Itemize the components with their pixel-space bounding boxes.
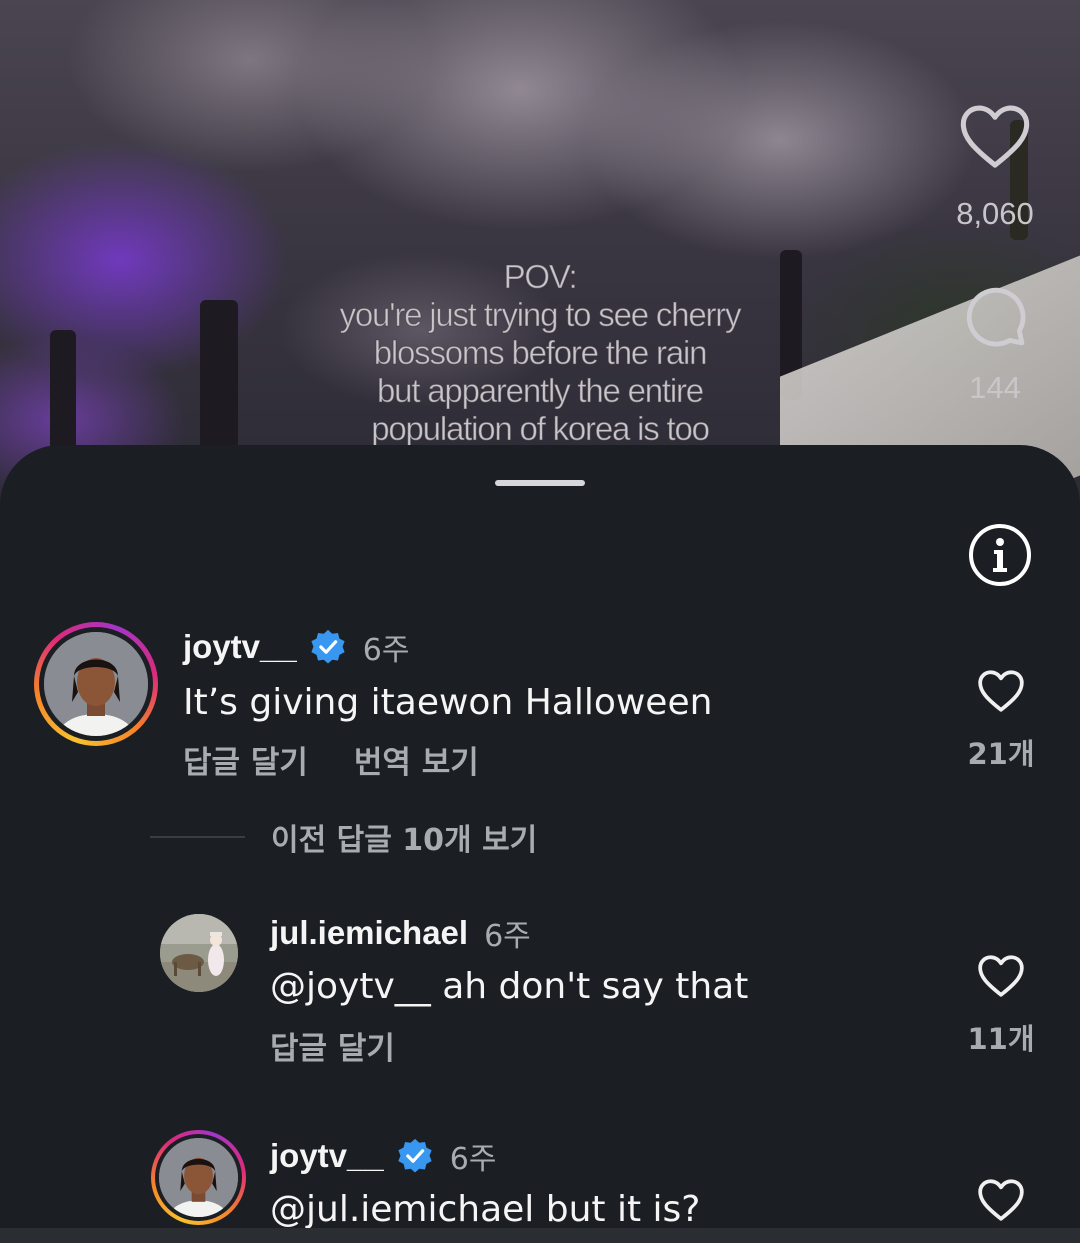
view-previous-replies-button[interactable]: 이전 답글 10개 보기 [150,815,537,859]
view-previous-replies-label: 이전 답글 10개 보기 [271,823,538,858]
reply-button[interactable]: 답글 달기 [270,1023,395,1068]
overlay-line: POV: [503,258,578,296]
comment-action[interactable]: 144 [959,282,1031,406]
comment-time: 6주 [362,633,410,668]
overlay-line: you're just trying to see cherry [339,296,742,334]
bottom-input-bar-edge [0,1228,1080,1243]
heart-outline-icon[interactable] [957,100,1033,174]
reply-username[interactable]: joytv__ [270,1137,384,1175]
avatar[interactable] [34,622,158,746]
verified-badge-icon [396,1137,434,1175]
overlay-line: blossoms before the rain [373,334,708,372]
avatar[interactable] [151,1130,246,1225]
verified-badge-icon [309,628,347,666]
see-translation-button[interactable]: 번역 보기 [354,737,479,782]
reels-screen: POV: you're just trying to see cherry bl… [0,0,1080,1243]
reply-thread-line [150,836,245,838]
like-count: 8,060 [956,196,1034,231]
sheet-drag-handle[interactable] [495,480,585,486]
overlay-line: but apparently the entire [377,372,705,410]
like-action[interactable]: 8,060 [956,100,1034,232]
reply-username[interactable]: jul.iemichael [270,914,468,952]
info-circle-icon[interactable] [968,523,1032,587]
video-caption-overlay: POV: you're just trying to see cherry bl… [270,258,810,448]
reply-text: @jul.iemichael but it is? [270,1189,701,1230]
reply-time: 6주 [484,919,531,954]
overlay-line: population of korea is too [371,410,711,448]
comments-sheet: joytv__ 6주 It’s giving itaewon Halloween… [0,445,1080,1243]
reply-button[interactable]: 답글 달기 [183,737,308,782]
heart-outline-icon[interactable] [976,667,1026,717]
speech-bubble-icon[interactable] [959,282,1031,354]
reply-text: @joytv__ ah don't say that [270,966,749,1007]
reply-like-count: 11개 [967,1022,1035,1056]
comment-like-count: 21개 [967,737,1035,771]
side-action-bar: 8,060 144 [940,100,1050,406]
reply-time: 6주 [449,1142,497,1177]
comment-username[interactable]: joytv__ [183,628,297,666]
avatar[interactable] [160,914,238,992]
heart-outline-icon[interactable] [976,1176,1026,1226]
heart-outline-icon[interactable] [976,952,1026,1002]
comment-count: 144 [969,370,1021,405]
comment-text: It’s giving itaewon Halloween [183,682,713,723]
video-player[interactable]: POV: you're just trying to see cherry bl… [0,0,1080,597]
